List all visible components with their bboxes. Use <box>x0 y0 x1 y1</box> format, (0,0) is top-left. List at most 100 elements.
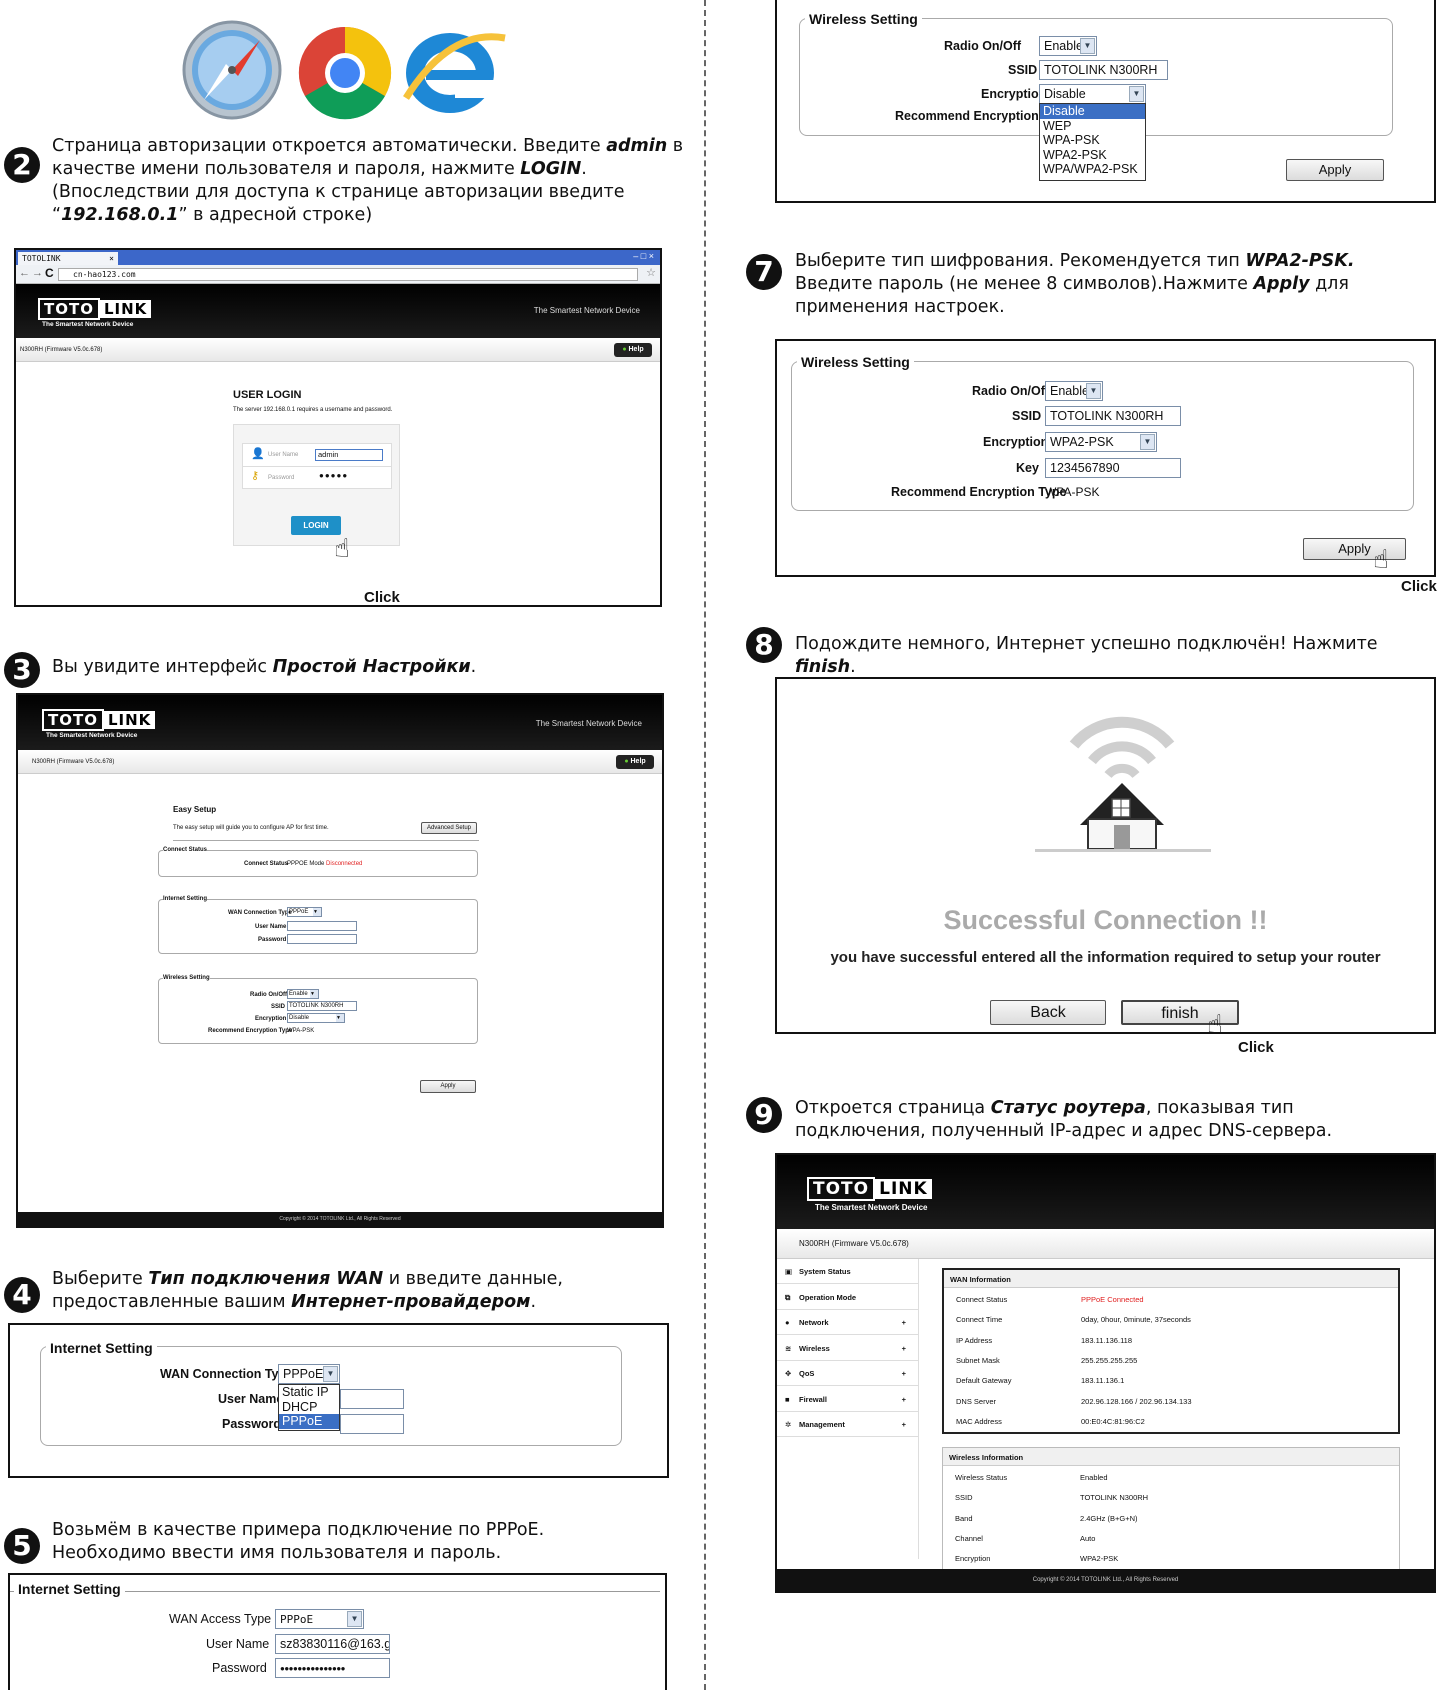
wan-option-static-ip[interactable]: Static IP <box>279 1385 339 1400</box>
firmware-version: N300RH (Firmware V5.0c.678) <box>32 759 115 765</box>
apply-button[interactable]: Apply <box>1303 538 1406 560</box>
password-input[interactable] <box>287 934 357 944</box>
wan-option-pppoe[interactable]: PPPoE <box>279 1414 339 1429</box>
key-icon: ⚷ <box>251 470 260 482</box>
login-pass-input[interactable]: ●●●●● <box>319 471 348 480</box>
ssid-label: SSID <box>271 1004 286 1010</box>
sidebar-item-system-status[interactable]: ▣ System Status <box>777 1259 918 1284</box>
enc-option-wpa-wpa2-psk[interactable]: WPA/WPA2-PSK <box>1040 162 1145 177</box>
enc-option-wep[interactable]: WEP <box>1040 119 1145 134</box>
wan-option-dhcp[interactable]: DHCP <box>279 1400 339 1415</box>
router-header: TOTO LINK The Smartest Network Device <box>777 1155 1434 1229</box>
ssid-input[interactable]: TOTOLINK N300RH <box>1045 406 1181 426</box>
row-value: Enabled <box>1080 1473 1108 1482</box>
ssid-input[interactable]: TOTOLINK N300RH <box>287 1001 357 1011</box>
encryption-select[interactable]: Disable ▼ <box>1039 84 1146 104</box>
table-row: Connect Time 0day, 0hour, 0minute, 37seco… <box>944 1310 1398 1330</box>
row-value: 2.4GHz (B+G+N) <box>1080 1513 1138 1523</box>
menu-icon: ■ <box>785 1394 790 1404</box>
apply-button[interactable]: Apply <box>420 1080 476 1093</box>
window-controls[interactable]: ‒ □ × <box>633 251 654 261</box>
login-fields: 👤 User Name admin ⚷ Password ●●●●● <box>242 443 392 489</box>
success-panel: Successful Connection !! you have succes… <box>775 677 1436 1039</box>
apply-button[interactable]: Apply <box>1286 159 1384 181</box>
step-7-text: Выберите тип шифрования. Рекомендуется т… <box>795 251 1355 317</box>
row-value: Auto <box>1080 1533 1096 1543</box>
wifi-house-icon <box>1069 716 1175 849</box>
firmware-bar: N300RH (Firmware V5.0c.678) <box>777 1229 1434 1259</box>
menu-icon: ⧉ <box>785 1292 791 1302</box>
expand-plus-icon: + <box>901 1420 906 1429</box>
success-desc: you have successful entered all the info… <box>830 949 1381 966</box>
user-name-input[interactable] <box>340 1389 404 1409</box>
key-input[interactable]: 1234567890 <box>1045 458 1181 478</box>
footer-copyright: Copyright © 2014 TOTOLINK Ltd., All Righ… <box>777 1569 1434 1591</box>
user-name-input[interactable]: sz83830116@163.gd <box>275 1634 390 1654</box>
pointer-hand-icon: ☝ <box>1207 1009 1223 1039</box>
login-title: USER LOGIN <box>233 389 302 401</box>
row-value: WPA2-PSK <box>1080 1554 1119 1564</box>
connect-mode: PPPOE Mode Disconnected <box>287 861 363 867</box>
enc-option-wpa2-psk[interactable]: WPA2-PSK <box>1040 148 1145 163</box>
encryption-select[interactable]: WPA2-PSK ▼ <box>1045 432 1157 452</box>
user-name-input[interactable] <box>287 921 357 931</box>
help-icon: ● <box>624 758 629 765</box>
radio-select[interactable]: Enable ▼ <box>287 989 319 999</box>
reload-icon[interactable]: C <box>45 266 54 280</box>
login-user-input[interactable]: admin <box>315 449 383 461</box>
sidebar-item-label: Operation Mode <box>799 1292 857 1302</box>
wan-type-dropdown[interactable]: Static IP DHCP PPPoE <box>278 1384 340 1431</box>
sidebar-item-network[interactable]: ● Network + <box>777 1310 918 1335</box>
login-panel: 👤 User Name admin ⚷ Password ●●●●● LOGIN <box>233 424 400 546</box>
step-9-text: Откроется страница Статус роутера, показ… <box>795 1098 1333 1141</box>
sidebar-item-firewall[interactable]: ■ Firewall + <box>777 1387 918 1412</box>
password-input[interactable]: ●●●●●●●●●●●●●●● <box>275 1658 390 1678</box>
sidebar-item-label: Firewall <box>799 1394 827 1404</box>
url-field[interactable]: cn-hao123.com <box>58 268 638 281</box>
wireless-setting-legend: Wireless Setting <box>805 11 922 27</box>
wireless-setting-group <box>158 978 478 1044</box>
table-row: IP Address 183.11.136.118 <box>944 1331 1398 1351</box>
chevron-down-icon: ▼ <box>1080 38 1095 54</box>
forward-icon[interactable]: → <box>32 267 43 279</box>
encryption-label: Encryption <box>981 87 1047 101</box>
totolink-logo: TOTO LINK <box>38 298 152 320</box>
help-button[interactable]: ● Help <box>616 755 654 769</box>
wan-access-type-select[interactable]: PPPoE ▼ <box>275 1609 364 1629</box>
header-slogan: The Smartest Network Device <box>535 719 642 728</box>
chevron-down-icon: ▼ <box>1129 86 1144 102</box>
step-3-text: Вы увидите интерфейс Простой Настройки. <box>52 657 477 677</box>
enc-option-wpa-psk[interactable]: WPA-PSK <box>1040 133 1145 148</box>
sidebar-item-qos[interactable]: ✥ QoS + <box>777 1361 918 1386</box>
sidebar-item-operation-mode[interactable]: ⧉ Operation Mode <box>777 1285 918 1310</box>
password-input[interactable] <box>340 1414 404 1434</box>
back-icon[interactable]: ← <box>19 267 30 279</box>
wan-type-select[interactable]: PPPoE ▼ <box>278 1364 340 1384</box>
bookmark-star-icon[interactable]: ☆ <box>646 266 656 279</box>
sidebar-item-label: Wireless <box>799 1343 830 1353</box>
ssid-input[interactable]: TOTOLINK N300RH <box>1039 60 1168 80</box>
wan-info-table: WAN Information Connect Status PPPoE Conn… <box>942 1268 1400 1434</box>
encryption-dropdown[interactable]: Disable WEP WPA-PSK WPA2-PSK WPA/WPA2-PS… <box>1039 103 1146 181</box>
sidebar-item-wireless[interactable]: ≋ Wireless + <box>777 1336 918 1361</box>
radio-select[interactable]: Enable ▼ <box>1045 381 1103 401</box>
help-button[interactable]: ● Help <box>614 343 652 357</box>
row-key: MAC Address <box>956 1416 1002 1426</box>
radio-select[interactable]: Enable ▼ <box>1039 36 1097 56</box>
wan-type-select[interactable]: PPPoE ▼ <box>287 907 322 917</box>
back-button[interactable]: Back <box>990 1000 1106 1025</box>
encryption-select[interactable]: Disable ▼ <box>287 1013 345 1023</box>
browser-tab[interactable]: TOTOLINK × <box>18 252 118 265</box>
row-value: TOTOLINK N300RH <box>1080 1493 1149 1503</box>
row-key: Wireless Status <box>955 1473 1008 1482</box>
menu-icon: ● <box>785 1318 790 1327</box>
user-name-label: User Name <box>255 924 287 930</box>
table-row: Wireless Status Enabled <box>943 1468 1399 1488</box>
login-desc: The server 192.168.0.1 requires a userna… <box>233 407 393 413</box>
easy-setup-rule <box>173 840 479 841</box>
click-label: Click <box>364 589 400 606</box>
advanced-setup-button[interactable]: Advanced Setup <box>421 822 477 834</box>
enc-option-disable[interactable]: Disable <box>1040 104 1145 119</box>
table-row: Encryption WPA2-PSK <box>943 1549 1399 1569</box>
sidebar-item-management[interactable]: ✲ Management + <box>777 1412 918 1437</box>
